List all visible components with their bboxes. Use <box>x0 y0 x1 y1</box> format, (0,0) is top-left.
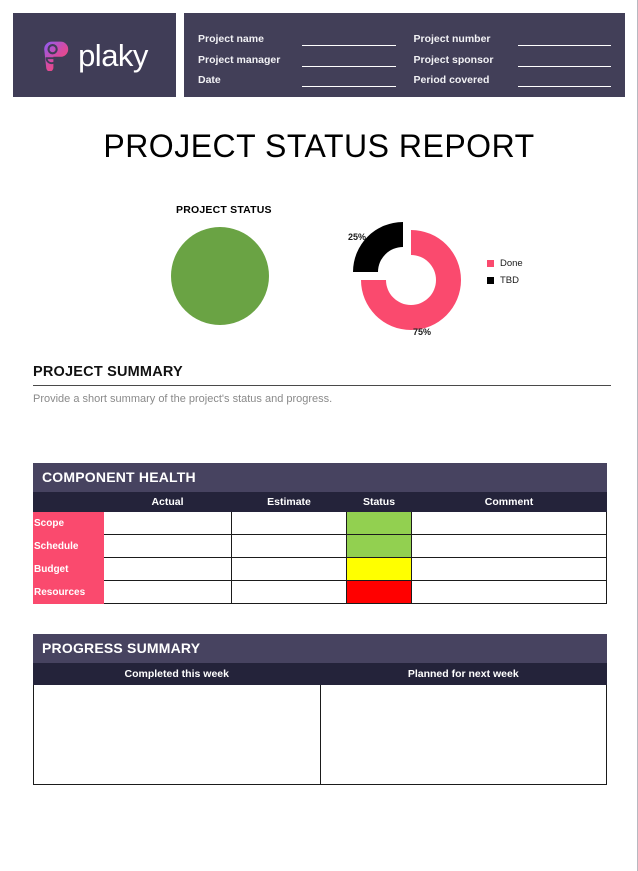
table-row: Schedule <box>33 534 607 558</box>
column-header-comment: Comment <box>411 492 607 512</box>
project-summary-placeholder[interactable]: Provide a short summary of the project's… <box>33 393 611 405</box>
column-header-blank <box>33 492 104 512</box>
project-summary-divider <box>33 385 611 386</box>
field-input-line[interactable] <box>517 32 611 46</box>
header-fields: Project name Project manager Date Projec… <box>184 13 625 97</box>
page-title: PROJECT STATUS REPORT <box>103 128 535 164</box>
project-status-indicator-chart <box>171 227 269 325</box>
cell-planned-next-week[interactable] <box>319 684 607 785</box>
header-fields-right-column: Project number Project sponsor Period co… <box>413 26 611 87</box>
document-page: plaky Project name Project manager Date <box>0 0 638 871</box>
progress-summary-table: Completed this week Planned for next wee… <box>33 663 607 785</box>
table-header-row: Actual Estimate Status Comment <box>33 492 607 512</box>
header-fields-left-column: Project name Project manager Date <box>198 26 396 87</box>
table-row: Resources <box>33 580 607 604</box>
cell-estimate[interactable] <box>231 511 347 535</box>
table-row <box>33 684 607 785</box>
row-label-scope: Scope <box>33 511 104 535</box>
plaky-logo-icon <box>44 41 69 71</box>
doughnut-label-done: 75% <box>413 327 432 337</box>
cell-actual[interactable] <box>103 580 232 604</box>
cell-estimate[interactable] <box>231 557 347 581</box>
field-input-line[interactable] <box>302 73 396 87</box>
field-label: Project manager <box>198 53 281 66</box>
project-status-chart-title: PROJECT STATUS <box>176 204 272 216</box>
brand-logo-box: plaky <box>13 13 176 97</box>
column-header-planned-next-week: Planned for next week <box>319 663 607 685</box>
cell-estimate[interactable] <box>231 534 347 558</box>
legend-item-tbd: TBD <box>487 275 519 286</box>
cell-status[interactable] <box>346 511 412 535</box>
field-label: Date <box>198 74 221 86</box>
column-header-completed-this-week: Completed this week <box>33 663 321 685</box>
cell-comment[interactable] <box>411 534 607 558</box>
progress-summary-title: PROGRESS SUMMARY <box>33 634 607 663</box>
cell-status[interactable] <box>346 580 412 604</box>
field-label: Project sponsor <box>413 53 494 66</box>
brand-name: plaky <box>78 37 148 73</box>
field-project-sponsor: Project sponsor <box>413 47 611 67</box>
row-label-budget: Budget <box>33 557 104 581</box>
column-header-estimate: Estimate <box>231 492 347 512</box>
cell-comment[interactable] <box>411 580 607 604</box>
field-input-line[interactable] <box>302 32 396 46</box>
table-row: Budget <box>33 557 607 581</box>
cell-comment[interactable] <box>411 557 607 581</box>
component-health-table: Actual Estimate Status Comment Scope Sch… <box>33 492 607 604</box>
column-header-actual: Actual <box>103 492 232 512</box>
cell-actual[interactable] <box>103 534 232 558</box>
table-header-row: Completed this week Planned for next wee… <box>33 663 607 685</box>
field-date: Date <box>198 67 396 87</box>
cell-actual[interactable] <box>103 511 232 535</box>
cell-actual[interactable] <box>103 557 232 581</box>
component-health-title: COMPONENT HEALTH <box>33 463 607 492</box>
cell-comment[interactable] <box>411 511 607 535</box>
legend-swatch-tbd <box>487 277 494 284</box>
row-label-schedule: Schedule <box>33 534 104 558</box>
legend-label: TBD <box>500 275 519 286</box>
cell-status[interactable] <box>346 557 412 581</box>
cell-estimate[interactable] <box>231 580 347 604</box>
field-input-line[interactable] <box>302 53 396 67</box>
legend-swatch-done <box>487 260 494 267</box>
field-period-covered: Period covered <box>413 67 611 87</box>
table-row: Scope <box>33 511 607 535</box>
field-label: Period covered <box>413 74 490 86</box>
field-input-line[interactable] <box>517 73 611 87</box>
field-project-name: Project name <box>198 26 396 46</box>
project-summary-section: PROJECT SUMMARY Provide a short summary … <box>33 364 611 405</box>
field-label: Project name <box>198 33 264 45</box>
component-health-section: COMPONENT HEALTH Actual Estimate Status … <box>33 463 607 604</box>
charts-area: PROJECT STATUS 25% 75% Done TBD <box>0 200 638 345</box>
project-summary-heading: PROJECT SUMMARY <box>33 364 183 380</box>
field-input-line[interactable] <box>517 53 611 67</box>
doughnut-label-tbd: 25% <box>348 232 367 242</box>
legend-label: Done <box>500 258 523 269</box>
cell-completed-this-week[interactable] <box>33 684 321 785</box>
document-header: plaky Project name Project manager Date <box>13 13 625 97</box>
cell-status[interactable] <box>346 534 412 558</box>
doughnut-slice-tbd <box>353 222 403 272</box>
legend-item-done: Done <box>487 258 523 269</box>
column-header-status: Status <box>346 492 412 512</box>
progress-summary-section: PROGRESS SUMMARY Completed this week Pla… <box>33 634 607 785</box>
row-label-resources: Resources <box>33 580 104 604</box>
done-tbd-doughnut-chart: 25% 75% <box>345 220 480 340</box>
field-label: Project number <box>413 33 491 45</box>
field-project-manager: Project manager <box>198 47 396 67</box>
field-project-number: Project number <box>413 26 611 46</box>
